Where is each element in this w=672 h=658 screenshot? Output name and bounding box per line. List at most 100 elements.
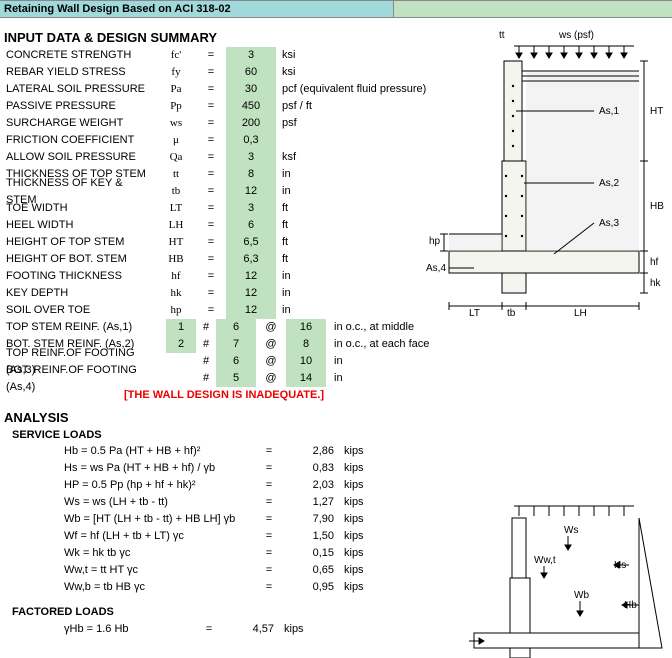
svg-text:HB: HB [650,201,664,212]
reinf-spacing-cell[interactable]: 10 [286,353,326,370]
equals-sign: = [254,443,284,460]
param-symbol: hk [156,285,196,302]
param-label: CONCRETE STRENGTH [4,47,156,64]
param-symbol: tb [156,183,196,200]
param-label: HEEL WIDTH [4,217,156,234]
param-value-cell[interactable]: 60 [226,64,276,81]
svg-text:tb: tb [507,308,516,316]
warning-text: [THE WALL DESIGN IS INADEQUATE.] [124,387,324,404]
param-value-cell[interactable]: 12 [226,302,276,319]
param-value-cell[interactable]: 200 [226,115,276,132]
param-symbol: HT [156,234,196,251]
param-unit: ft [276,234,442,251]
result-unit: kips [340,511,404,528]
param-symbol: HB [156,251,196,268]
result-value: 0,65 [284,562,340,579]
param-unit: ft [276,217,442,234]
reinf-layers-cell[interactable]: 2 [166,336,196,353]
result-unit: kips [340,579,404,596]
reinf-spacing-cell[interactable]: 16 [286,319,326,336]
param-symbol: Pa [156,81,196,98]
result-unit: kips [340,545,404,562]
equals-sign: = [196,115,226,132]
param-unit: ksi [276,64,442,81]
reinf-spacing-cell[interactable]: 14 [286,370,326,387]
reinf-layers-cell[interactable]: 1 [166,319,196,336]
reinf-spacing-cell[interactable]: 8 [286,336,326,353]
param-value-cell[interactable]: 8 [226,166,276,183]
param-value-cell[interactable]: 6,5 [226,234,276,251]
svg-text:hk: hk [650,278,662,289]
at-sign: @ [256,336,286,353]
svg-text:hp: hp [429,236,441,247]
equals-sign: = [196,234,226,251]
reinf-note: in o.c., at middle [326,319,414,336]
param-unit: ksi [276,47,442,64]
hash-sign: # [196,336,216,353]
equals-sign: = [196,81,226,98]
service-load-row: Hb = 0.5 Pa (HT + HB + hf)²=2,86kips [4,443,668,460]
param-value-cell[interactable]: 0,3 [226,132,276,149]
param-label: TOE WIDTH [4,200,156,217]
result-value: 2,86 [284,443,340,460]
param-label: SOIL OVER TOE [4,302,156,319]
param-value-cell[interactable]: 450 [226,98,276,115]
at-sign: @ [256,319,286,336]
service-load-row: Hs = ws Pa (HT + HB + hf) / γb=0,83kips [4,460,668,477]
param-symbol: Pp [156,98,196,115]
param-value-cell[interactable]: 12 [226,285,276,302]
result-value: 4,57 [224,623,280,635]
equals-sign: = [254,460,284,477]
equals-sign: = [194,623,224,635]
result-unit: kips [340,562,404,579]
formula-text: Wk = hk tb γc [64,545,254,562]
param-unit: in [276,166,442,183]
svg-text:As,2: As,2 [599,178,619,189]
param-label: FRICTION COEFFICIENT [4,132,156,149]
param-value-cell[interactable]: 3 [226,47,276,64]
equals-sign: = [254,579,284,596]
title-spacer [394,1,672,17]
param-value-cell[interactable]: 3 [226,200,276,217]
param-unit: psf / ft [276,98,442,115]
param-value-cell[interactable]: 12 [226,183,276,200]
reinf-bar-cell[interactable]: 5 [216,370,256,387]
equals-sign: = [196,302,226,319]
param-value-cell[interactable]: 6,3 [226,251,276,268]
result-unit: kips [340,477,404,494]
equals-sign: = [254,545,284,562]
svg-text:hf: hf [650,257,659,268]
result-value: 1,27 [284,494,340,511]
result-value: 0,83 [284,460,340,477]
param-label: FOOTING THICKNESS [4,268,156,285]
reinf-bar-cell[interactable]: 7 [216,336,256,353]
reinf-bar-cell[interactable]: 6 [216,319,256,336]
param-value-cell[interactable]: 6 [226,217,276,234]
result-value: 0,15 [284,545,340,562]
param-unit: ft [276,251,442,268]
param-label: HEIGHT OF BOT. STEM [4,251,156,268]
formula-text: Wb = [HT (LH + tb - tt) + HB LH] γb [64,511,254,528]
param-value-cell[interactable]: 12 [226,268,276,285]
formula-text: HP = 0.5 Pp (hp + hf + hk)² [64,477,254,494]
param-value-cell[interactable]: 30 [226,81,276,98]
formula-text: Wf = hf (LH + tb + LT) γc [64,528,254,545]
equals-sign: = [196,149,226,166]
result-unit: kips [340,460,404,477]
equals-sign: = [196,98,226,115]
param-symbol: fc' [156,47,196,64]
param-symbol: fy [156,64,196,81]
param-value-cell[interactable]: 3 [226,149,276,166]
svg-text:As,4: As,4 [426,263,446,274]
param-symbol: LT [156,200,196,217]
equals-sign: = [196,217,226,234]
equals-sign: = [254,562,284,579]
result-unit: kips [340,443,404,460]
result-value: 0,95 [284,579,340,596]
title-bar: Retaining Wall Design Based on ACI 318-0… [0,0,672,18]
svg-text:LH: LH [574,308,587,316]
reinf-bar-cell[interactable]: 6 [216,353,256,370]
equals-sign: = [196,64,226,81]
at-sign: @ [256,370,286,387]
svg-text:As,1: As,1 [599,106,619,117]
